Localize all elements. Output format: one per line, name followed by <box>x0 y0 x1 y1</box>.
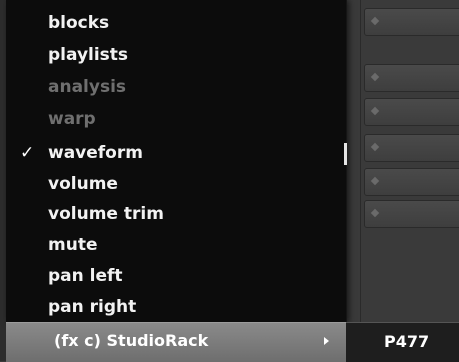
checkmark-icon: ✓ <box>20 142 35 163</box>
menu-item-mute[interactable]: mute <box>6 229 346 260</box>
menu-item-playlists[interactable]: playlists <box>6 39 346 70</box>
menu-item-label: analysis <box>48 76 127 97</box>
menu-item-label: volume trim <box>48 203 164 224</box>
menu-item-label: (fx c) StudioRack <box>54 331 209 350</box>
lane-handle-icon <box>370 142 380 152</box>
automation-lane-panel <box>346 0 459 322</box>
track-name: P477 <box>384 332 430 351</box>
menu-item-label: waveform <box>48 142 143 163</box>
menu-item-blocks[interactable]: blocks <box>6 7 346 38</box>
menu-item-pan-right[interactable]: pan right <box>6 291 346 322</box>
menu-item-volume-trim[interactable]: volume trim <box>6 198 346 229</box>
menu-item-label: warp <box>48 108 96 129</box>
menu-item-analysis: analysis <box>6 71 346 102</box>
automation-lane[interactable] <box>364 64 459 92</box>
menu-item-label: blocks <box>48 12 110 33</box>
menu-item-label: pan right <box>48 296 137 317</box>
menu-item-label: playlists <box>48 44 129 65</box>
lane-handle-icon <box>370 16 380 26</box>
automation-lane[interactable] <box>364 200 459 228</box>
menu-item-label: pan left <box>48 265 123 286</box>
track-name-cell[interactable]: P477 <box>346 322 459 362</box>
menu-item-studiorack[interactable]: (fx c) StudioRack <box>6 322 346 362</box>
menu-item-label: volume <box>48 173 118 194</box>
menu-item-waveform[interactable]: ✓ waveform <box>6 137 346 168</box>
menu-item-warp: warp <box>6 103 346 134</box>
lane-handle-icon <box>370 72 380 82</box>
lane-handle-icon <box>370 176 380 186</box>
automation-lane[interactable] <box>364 8 459 36</box>
track-view: blocks playlists analysis warp ✓ wavefor… <box>0 0 459 362</box>
automation-lane[interactable] <box>364 168 459 196</box>
lane-handle-icon <box>370 208 380 218</box>
automation-lane[interactable] <box>364 134 459 162</box>
lane-handle-icon <box>370 106 380 116</box>
menu-item-label: mute <box>48 234 98 255</box>
menu-item-pan-left[interactable]: pan left <box>6 260 346 291</box>
text-cursor <box>344 143 347 165</box>
automation-context-menu: blocks playlists analysis warp ✓ wavefor… <box>6 0 347 323</box>
lane-divider <box>360 0 361 322</box>
automation-lane[interactable] <box>364 98 459 126</box>
submenu-arrow-icon <box>324 337 329 345</box>
menu-item-volume[interactable]: volume <box>6 168 346 199</box>
